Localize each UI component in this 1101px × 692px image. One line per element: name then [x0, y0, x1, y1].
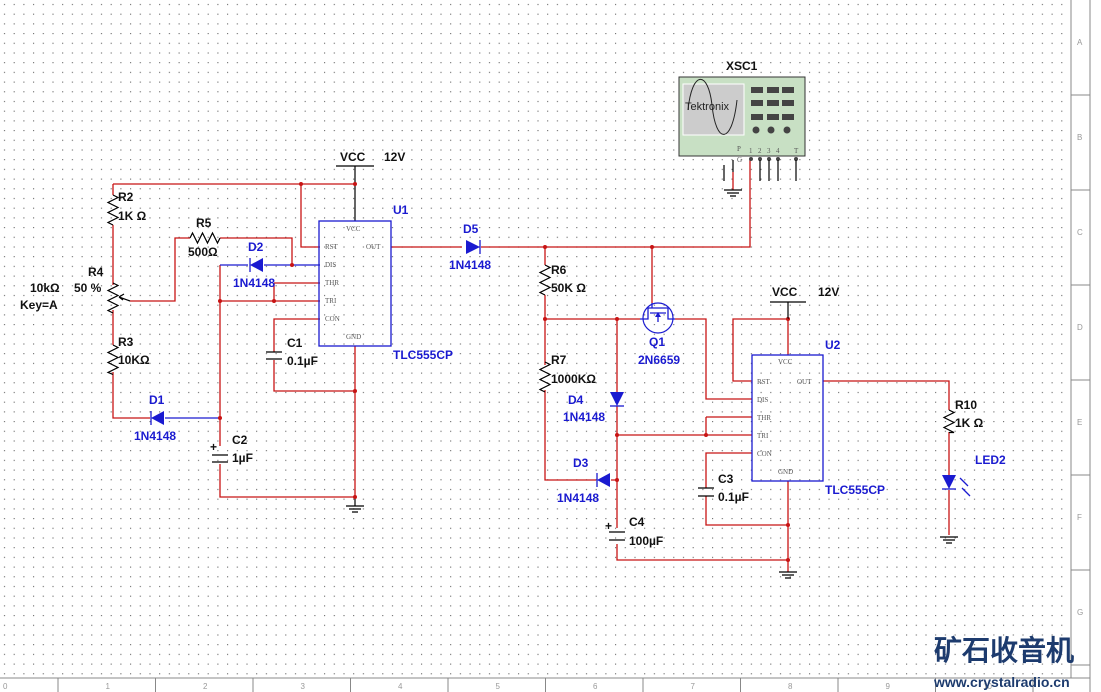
label: 10KΩ — [118, 353, 150, 367]
label: U1 — [393, 203, 409, 217]
label: 1N4148 — [233, 276, 275, 290]
label: VCC — [772, 285, 798, 299]
label: 4 — [776, 147, 780, 155]
label: D1 — [149, 393, 165, 407]
label: 1K Ω — [955, 416, 984, 430]
label: 1N4148 — [449, 258, 491, 272]
ruler-column-label: 7 — [691, 682, 696, 691]
label: + — [605, 519, 612, 533]
label: DIS — [325, 261, 336, 269]
ruler-row-label: D — [1077, 323, 1083, 332]
ruler-row-label: G — [1077, 608, 1083, 617]
label: TRI — [757, 432, 769, 440]
schematic[interactable]: ABCDEFG 012345678910 VCC 12V R — [0, 0, 1101, 692]
label: 0.1µF — [718, 490, 749, 504]
vcc-label: VCC — [340, 150, 366, 164]
label: R3 — [118, 335, 134, 349]
label: 12V — [818, 285, 839, 299]
label: 50K Ω — [551, 281, 586, 295]
label: www.crystalradio.cn — [933, 674, 1070, 690]
label: CON — [325, 315, 340, 323]
ruler-column-label: 6 — [593, 682, 598, 691]
label: C2 — [232, 433, 248, 447]
ruler-row-label: B — [1077, 133, 1082, 142]
label: 3 — [767, 147, 771, 155]
label: C4 — [629, 515, 645, 529]
ruler-column-label: 8 — [788, 682, 793, 691]
label: GND — [778, 468, 793, 476]
label: 1000KΩ — [551, 372, 596, 386]
label: R5 — [196, 216, 212, 230]
label: C3 — [718, 472, 734, 486]
label: R6 — [551, 263, 567, 277]
ruler-row-label: F — [1077, 513, 1082, 522]
label: 1 — [749, 147, 753, 155]
ruler-column-label: 0 — [3, 682, 8, 691]
ruler-column-label: 5 — [496, 682, 501, 691]
label: XSC1 — [726, 59, 758, 73]
label: RST — [757, 378, 771, 386]
label: 1K Ω — [118, 209, 147, 223]
label: R7 — [551, 353, 567, 367]
watermark-logo: 矿石收音机 www.crystalradio.cn — [933, 634, 1074, 690]
vcc-value: 12V — [384, 150, 405, 164]
label: 10kΩ — [30, 281, 60, 295]
label: D2 — [248, 240, 264, 254]
label: D4 — [568, 393, 584, 407]
ruler-column-label: 3 — [301, 682, 306, 691]
label: OUT — [366, 243, 381, 251]
label: GND — [346, 333, 361, 341]
ruler-column-label: 2 — [203, 682, 208, 691]
ruler-row-label: E — [1077, 418, 1082, 427]
label: Key=A — [20, 298, 58, 312]
label: R2 — [118, 190, 134, 204]
label: R10 — [955, 398, 977, 412]
label: 1N4148 — [557, 491, 599, 505]
label: Tektronix — [685, 101, 730, 113]
label: 0.1µF — [287, 354, 318, 368]
label: 1N4148 — [563, 410, 605, 424]
label: 2N6659 — [638, 353, 680, 367]
label: VCC — [346, 225, 361, 233]
label: Q1 — [649, 335, 665, 349]
label: 100µF — [629, 534, 663, 548]
label: R4 — [88, 265, 104, 279]
label: 2 — [758, 147, 762, 155]
label: G — [737, 156, 742, 164]
label: 500Ω — [188, 245, 218, 259]
label: TRI — [325, 297, 337, 305]
label: 1µF — [232, 451, 253, 465]
label: C1 — [287, 336, 303, 350]
label: U2 — [825, 338, 841, 352]
label: P — [737, 145, 741, 153]
label: DIS — [757, 396, 768, 404]
label: LED2 — [975, 453, 1006, 467]
label: OUT — [797, 378, 812, 386]
label: TLC555CP — [825, 483, 885, 497]
label: RST — [325, 243, 339, 251]
label: 矿石收音机 — [934, 634, 1074, 667]
ruler-column-label: 9 — [886, 682, 891, 691]
label: CON — [757, 450, 772, 458]
label: THR — [325, 279, 339, 287]
label: 50 % — [74, 281, 102, 295]
label: THR — [757, 414, 771, 422]
label: 1N4148 — [134, 429, 176, 443]
schematic-canvas[interactable]: ABCDEFG 012345678910 VCC 12V R — [0, 0, 1101, 692]
label: D5 — [463, 222, 479, 236]
ruler-column-label: 1 — [106, 682, 111, 691]
ruler-row-label: A — [1077, 38, 1083, 47]
grid — [0, 0, 1070, 678]
label: + — [210, 440, 217, 454]
ruler-row-label: C — [1077, 228, 1083, 237]
label: TLC555CP — [393, 348, 453, 362]
label: VCC — [778, 358, 793, 366]
label: D3 — [573, 456, 589, 470]
ruler-column-label: 4 — [398, 682, 403, 691]
label: T — [794, 147, 799, 155]
